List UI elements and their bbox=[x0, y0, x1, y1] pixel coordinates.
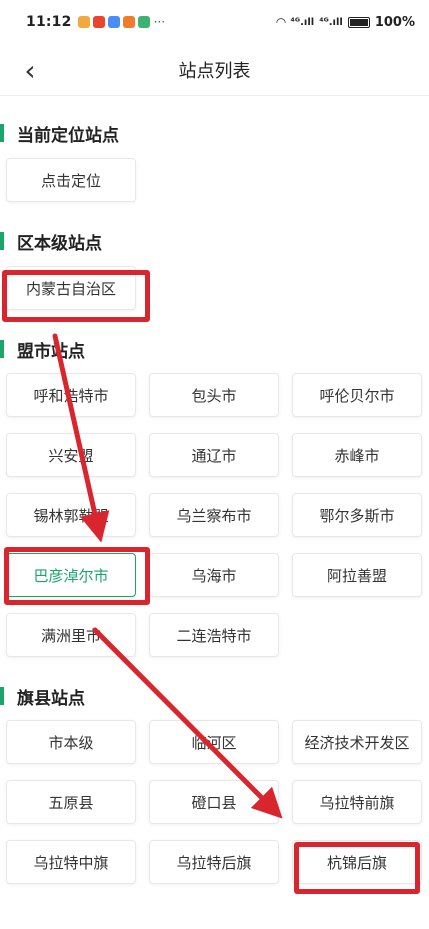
site-chip[interactable]: 呼和浩特市 bbox=[6, 373, 136, 417]
section-county: 旗县站点 bbox=[0, 684, 85, 709]
site-chip[interactable]: 经济技术开发区 bbox=[292, 720, 422, 764]
status-time: 11:12 bbox=[26, 14, 72, 30]
page-title: 站点列表 bbox=[178, 60, 251, 82]
site-chip[interactable]: 满洲里市 bbox=[6, 613, 136, 657]
chip-label: 乌拉特前旗 bbox=[319, 793, 395, 812]
site-chip[interactable]: 乌拉特前旗 bbox=[292, 780, 422, 824]
chip-label: 锡林郭勒盟 bbox=[33, 506, 109, 525]
chip-label: 市本级 bbox=[48, 733, 94, 752]
site-chip[interactable]: 二连浩特市 bbox=[149, 613, 279, 657]
locate-button[interactable]: 点击定位 bbox=[6, 158, 136, 202]
chip-label: 经济技术开发区 bbox=[304, 733, 410, 752]
chip-label: 二连浩特市 bbox=[176, 626, 252, 645]
site-chip[interactable]: 乌兰察布市 bbox=[149, 493, 279, 537]
chip-label: 满洲里市 bbox=[40, 626, 101, 645]
site-chip[interactable]: 阿拉善盟 bbox=[292, 553, 422, 597]
site-chip[interactable]: 包头市 bbox=[149, 373, 279, 417]
chip-label: 点击定位 bbox=[40, 171, 101, 190]
wifi-icon: ◠ bbox=[276, 15, 286, 29]
site-chip-selected[interactable]: 巴彦淖尔市 bbox=[6, 553, 136, 597]
site-chip[interactable]: 赤峰市 bbox=[292, 433, 422, 477]
site-chip[interactable]: 市本级 bbox=[6, 720, 136, 764]
chip-label: 乌拉特后旗 bbox=[176, 853, 252, 872]
back-arrow-icon: ‹ bbox=[24, 53, 36, 87]
section-region: 区本级站点 bbox=[0, 229, 102, 254]
section-title: 区本级站点 bbox=[17, 233, 102, 254]
status-bar: 11:12 ··· ◠ ⁴ᴳ.ıll ⁴ᴳ.ıll 100% bbox=[0, 0, 429, 44]
site-chip[interactable]: 兴安盟 bbox=[6, 433, 136, 477]
site-chip[interactable]: 杭锦后旗 bbox=[292, 840, 422, 884]
nav-bar: ‹ 站点列表 bbox=[0, 44, 429, 96]
chip-label: 包头市 bbox=[191, 386, 237, 405]
chip-label: 乌拉特中旗 bbox=[33, 853, 109, 872]
app-notification-icon bbox=[92, 16, 105, 28]
site-chip-region[interactable]: 内蒙古自治区 bbox=[6, 266, 136, 310]
chip-label: 内蒙古自治区 bbox=[25, 279, 116, 298]
section-accent-bar bbox=[0, 687, 4, 705]
app-notification-icon bbox=[107, 16, 120, 28]
site-chip[interactable]: 磴口县 bbox=[149, 780, 279, 824]
chip-label: 磴口县 bbox=[191, 793, 237, 812]
section-title: 旗县站点 bbox=[17, 688, 85, 709]
chip-label: 兴安盟 bbox=[48, 446, 94, 465]
section-current-location: 当前定位站点 bbox=[0, 121, 119, 146]
chip-label: 赤峰市 bbox=[334, 446, 380, 465]
site-chip[interactable]: 乌拉特中旗 bbox=[6, 840, 136, 884]
section-accent-bar bbox=[0, 124, 4, 142]
system-status: ◠ ⁴ᴳ.ıll ⁴ᴳ.ıll 100% bbox=[276, 15, 415, 30]
section-accent-bar bbox=[0, 232, 4, 250]
site-chip[interactable]: 鄂尔多斯市 bbox=[292, 493, 422, 537]
site-chip[interactable]: 锡林郭勒盟 bbox=[6, 493, 136, 537]
app-notification-icon bbox=[77, 16, 90, 28]
signal-icon: ⁴ᴳ.ıll bbox=[319, 16, 343, 28]
chip-label: 杭锦后旗 bbox=[326, 853, 387, 872]
app-notification-icon bbox=[137, 16, 150, 28]
more-notifications-icon: ··· bbox=[153, 15, 166, 29]
app-notification-icon bbox=[122, 16, 135, 28]
battery-icon bbox=[347, 16, 370, 28]
section-title: 盟市站点 bbox=[17, 341, 85, 362]
chip-label: 通辽市 bbox=[191, 446, 237, 465]
site-chip[interactable]: 乌拉特后旗 bbox=[149, 840, 279, 884]
section-accent-bar bbox=[0, 340, 4, 358]
chip-label: 乌海市 bbox=[191, 566, 237, 585]
chip-label: 乌兰察布市 bbox=[176, 506, 252, 525]
chip-label: 鄂尔多斯市 bbox=[319, 506, 395, 525]
site-chip[interactable]: 临河区 bbox=[149, 720, 279, 764]
site-chip[interactable]: 乌海市 bbox=[149, 553, 279, 597]
section-league: 盟市站点 bbox=[0, 337, 85, 362]
back-button[interactable]: ‹ bbox=[14, 53, 46, 87]
chip-label: 呼和浩特市 bbox=[33, 386, 109, 405]
notification-icons bbox=[77, 16, 150, 28]
site-chip[interactable]: 通辽市 bbox=[149, 433, 279, 477]
battery-level: 100% bbox=[374, 14, 415, 30]
chip-label: 巴彦淖尔市 bbox=[33, 566, 109, 585]
signal-icon: ⁴ᴳ.ıll bbox=[290, 16, 315, 28]
chip-label: 五原县 bbox=[48, 793, 94, 812]
chip-label: 临河区 bbox=[191, 733, 237, 752]
site-chip[interactable]: 五原县 bbox=[6, 780, 136, 824]
site-chip[interactable]: 呼伦贝尔市 bbox=[292, 373, 422, 417]
section-title: 当前定位站点 bbox=[17, 125, 119, 146]
chip-label: 呼伦贝尔市 bbox=[319, 386, 395, 405]
chip-label: 阿拉善盟 bbox=[326, 566, 387, 585]
